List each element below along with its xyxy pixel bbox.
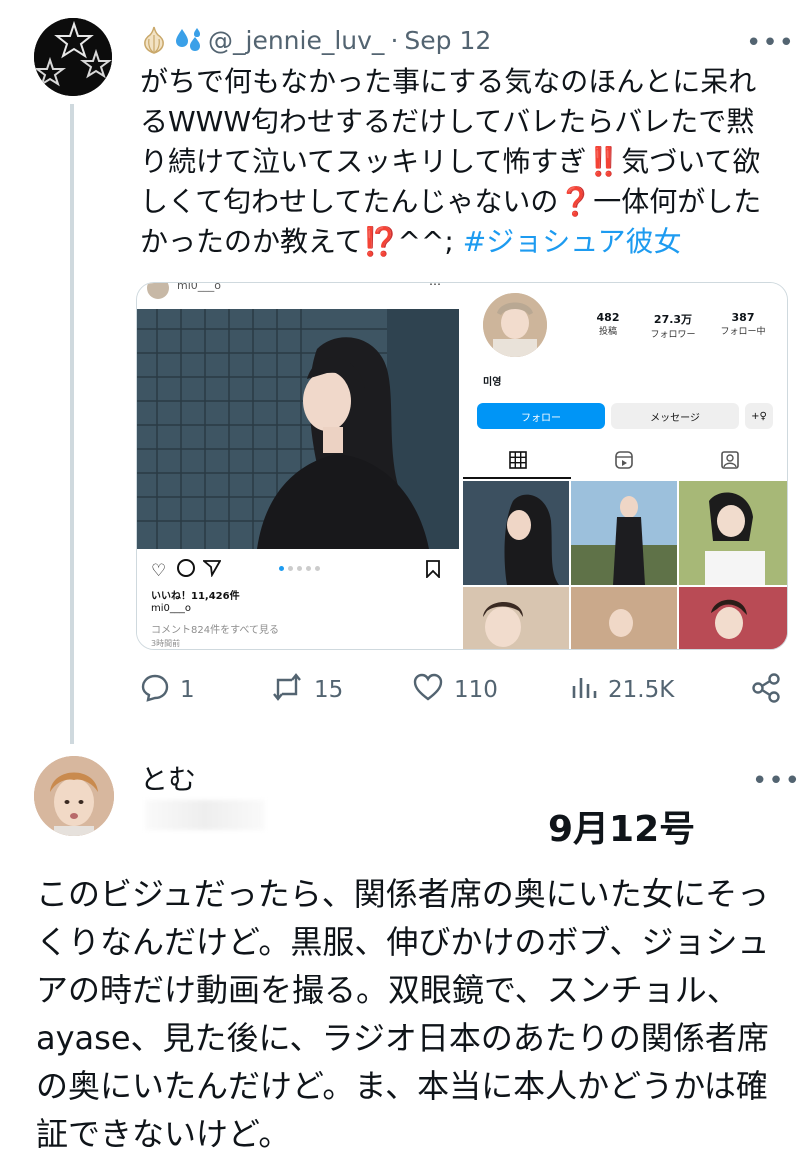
- separator-dot: ·: [390, 25, 399, 55]
- tweet-text-part4: ^^;: [397, 225, 454, 258]
- reply-icon: [140, 672, 170, 708]
- more-options-button-2[interactable]: •••: [752, 766, 800, 796]
- like-button[interactable]: 110: [412, 672, 498, 708]
- post-photo: [137, 309, 459, 549]
- instagram-profile-screenshot: 482 投稿 27.3万 フォロワー 387 フォロー中 미영 フォロー メッセ…: [463, 283, 787, 649]
- grid-photo-1: [463, 481, 569, 585]
- double-exclamation-emoji-icon: ‼️: [586, 145, 622, 178]
- followers-count: 27.3万: [653, 313, 693, 326]
- reply-count: 1: [180, 677, 195, 703]
- tagged-tab-icon: [721, 451, 739, 473]
- reels-tab-icon: [615, 451, 633, 473]
- reply-button[interactable]: 1: [140, 672, 195, 708]
- tweet-date[interactable]: Sep 12: [404, 26, 491, 55]
- grid-tab-icon: [509, 451, 527, 473]
- view-count: 21.5K: [608, 677, 675, 703]
- thread-connector-line: [70, 104, 74, 744]
- post-bookmark-icon: [425, 560, 441, 582]
- bar-chart-icon: [570, 672, 598, 708]
- tweet-action-bar: 1 15 110 21.5K: [140, 672, 785, 716]
- like-count: 110: [454, 677, 498, 703]
- post-like-icon: ♡: [151, 561, 167, 581]
- following-label: フォロー中: [720, 327, 766, 337]
- posts-count: 482: [596, 311, 620, 324]
- grid-photo-5: [571, 587, 677, 649]
- instagram-post-screenshot: mi0___o ⋯ ♡ いいね！11,426件 mi0___o コメント824件…: [137, 283, 461, 649]
- author-name[interactable]: とむ: [140, 758, 196, 798]
- carousel-dots: [279, 566, 320, 571]
- post-likes-count: いいね！11,426件: [151, 591, 240, 602]
- grid-photo-4: [463, 587, 569, 649]
- avatar-jennie-luv[interactable]: [34, 18, 112, 96]
- post-comment-icon: [177, 559, 195, 577]
- profile-follow-button: フォロー: [477, 403, 605, 429]
- post-username: mi0___o: [177, 282, 221, 292]
- followers-label: フォロワー: [650, 330, 696, 340]
- grid-photo-3: [679, 481, 787, 585]
- views-button[interactable]: 21.5K: [570, 672, 674, 708]
- date-overlay-label: 9月12号: [548, 809, 696, 850]
- garlic-emoji-icon: [140, 25, 168, 55]
- avatar-tom[interactable]: [34, 756, 114, 836]
- retweet-icon: [270, 672, 304, 708]
- profile-posts-stat: 482 投稿: [588, 311, 628, 337]
- post-avatar: [147, 283, 169, 299]
- tweet-media-image[interactable]: mi0___o ⋯ ♡ いいね！11,426件 mi0___o コメント824件…: [136, 282, 788, 650]
- profile-avatar: [483, 293, 547, 357]
- profile-add-user-button: +♀: [745, 403, 773, 429]
- tweet-text: がちで何もなかった事にする気なのほんとに呆れるWWW匂わせするだけしてバレたらバ…: [140, 62, 780, 262]
- active-tab-indicator: [463, 477, 571, 479]
- retweet-count: 15: [314, 677, 344, 703]
- grid-photo-6: [679, 587, 787, 649]
- hashtag-link[interactable]: #ジョシュア彼女: [463, 225, 682, 258]
- profile-message-button: メッセージ: [611, 403, 739, 429]
- tweet-text-2: このビジュだったら、関係者席の奥にいた女にそっくりなんだけど。黒服、伸びかけのボ…: [36, 875, 770, 1153]
- share-icon: [750, 672, 782, 710]
- profile-display-name: 미영: [483, 377, 502, 388]
- heart-icon: [412, 672, 444, 708]
- tweet-handle[interactable]: @_jennie_luv_: [208, 26, 384, 55]
- more-options-button[interactable]: •••: [746, 28, 795, 58]
- post-caption-user: mi0___o: [151, 603, 191, 614]
- exclamation-question-emoji-icon: ⁉️: [362, 225, 398, 258]
- question-mark-emoji-icon: ❓: [558, 185, 594, 218]
- following-count: 387: [731, 311, 755, 324]
- profile-followers-stat: 27.3万 フォロワー: [643, 311, 703, 340]
- post-time: 3時間前: [151, 639, 181, 648]
- profile-following-stat: 387 フォロー中: [713, 311, 773, 337]
- share-button[interactable]: [750, 672, 782, 710]
- retweet-button[interactable]: 15: [270, 672, 343, 708]
- sweat-droplets-icon: [174, 25, 202, 55]
- posts-label: 投稿: [598, 327, 617, 337]
- post-more-icon: ⋯: [429, 282, 441, 291]
- tweet-header: @_jennie_luv_ · Sep 12: [140, 22, 491, 58]
- post-comments-link: コメント824件をすべて見る: [151, 625, 279, 636]
- profile-photo-grid: [463, 481, 787, 649]
- grid-photo-2: [571, 481, 677, 585]
- blurred-handle: [145, 800, 265, 830]
- post-share-icon: [201, 559, 222, 581]
